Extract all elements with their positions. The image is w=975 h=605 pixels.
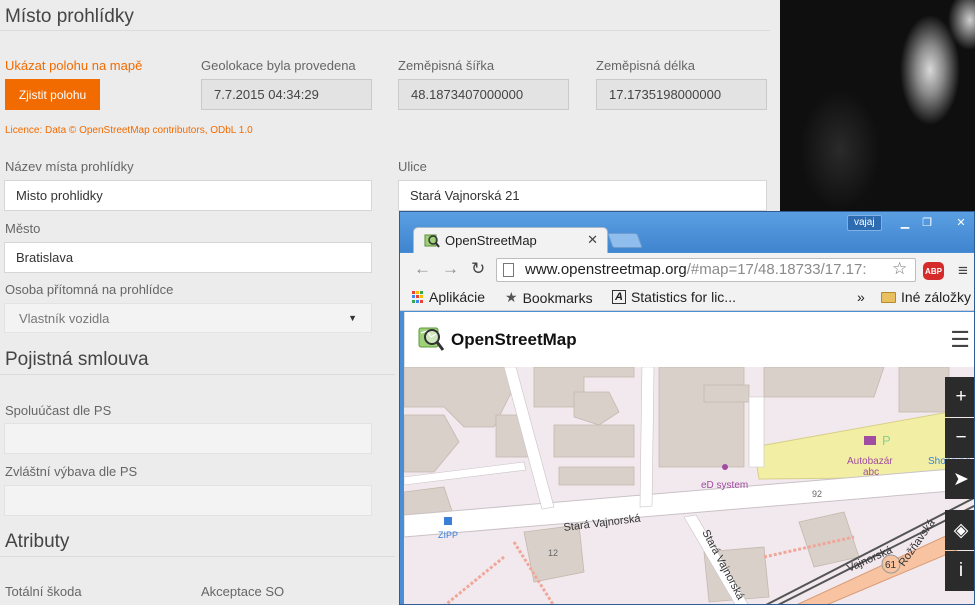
minimize-icon[interactable]: ▁	[894, 214, 916, 230]
divider	[0, 556, 395, 557]
forward-icon[interactable]: →	[442, 259, 459, 279]
person-select-value: Vlastník vozidla	[19, 310, 110, 326]
special-equipment-label: Zvláštní výbava dle PS	[5, 464, 138, 479]
layers-icon[interactable]: ◈	[945, 510, 974, 550]
browser-menu-icon[interactable]: ≡	[958, 261, 968, 281]
reload-icon[interactable]: ↻	[471, 259, 485, 279]
hamburger-menu-icon[interactable]: ☰	[950, 327, 970, 353]
zoom-in-icon[interactable]: +	[945, 377, 974, 417]
tab-openstreetmap[interactable]: OpenStreetMap ✕	[413, 227, 608, 254]
city-label: Město	[5, 221, 41, 236]
osm-brand[interactable]: OpenStreetMap	[451, 330, 577, 350]
other-bookmarks[interactable]: Iné záložky	[881, 289, 971, 305]
bookmark-label: Statistics for lic...	[630, 289, 736, 305]
osm-favicon-icon	[424, 234, 440, 248]
place-name-input[interactable]: Misto prohlidky	[4, 180, 372, 211]
map-label-parking: P	[882, 433, 891, 448]
license-text: Licence: Data © OpenStreetMap contributo…	[5, 125, 253, 136]
map-label-housenumber: 12	[548, 548, 558, 558]
new-tab-button[interactable]	[607, 233, 643, 248]
person-select[interactable]: Vlastník vozidla ▼	[4, 303, 372, 333]
tab-title: OpenStreetMap	[445, 233, 537, 248]
place-name-label: Název místa prohlídky	[5, 159, 134, 174]
folder-icon	[881, 291, 896, 303]
map-label-poi: eD system	[701, 480, 748, 491]
maximize-icon[interactable]: ❐	[916, 214, 938, 230]
map-canvas[interactable]: Stará Vajnorská Stará Vajnorská Vajnorsk…	[404, 367, 975, 605]
osm-map[interactable]: Stará Vajnorská Stará Vajnorská Vajnorsk…	[404, 367, 975, 605]
url-path: /#map=17/48.18733/17.17:	[686, 261, 867, 278]
url-host: www.openstreetmap.org	[525, 261, 687, 278]
special-equipment-input[interactable]	[4, 485, 372, 516]
bookmark-bookmarks[interactable]: ★ Bookmarks	[505, 289, 593, 306]
map-label-bus: ZIPP	[438, 530, 458, 540]
tab-close-icon[interactable]: ✕	[587, 232, 598, 248]
section-title-attributes: Atributy	[5, 531, 70, 552]
city-input[interactable]: Bratislava	[4, 242, 372, 273]
locate-button[interactable]: Zjistit polohu	[5, 79, 100, 110]
street-input[interactable]: Stará Vajnorská 21	[398, 180, 767, 211]
bookmarks-overflow[interactable]: »	[857, 289, 865, 305]
person-label: Osoba přítomná na prohlídce	[5, 282, 174, 297]
show-on-map-link[interactable]: Ukázat polohu na mapě	[5, 58, 142, 73]
browser-toolbar: ← → ↻ www.openstreetmap.org/#map=17/48.1…	[400, 253, 974, 287]
close-icon[interactable]: ✕	[950, 214, 972, 230]
divider	[0, 30, 770, 31]
divider	[0, 374, 395, 375]
latitude-field: 48.1873407000000	[398, 79, 569, 110]
back-icon[interactable]: ←	[414, 259, 431, 279]
longitude-label: Zeměpisná délka	[596, 58, 695, 73]
section-title-policy: Pojistná smlouva	[5, 349, 149, 370]
longitude-field: 17.1735198000000	[596, 79, 767, 110]
osm-header: OpenStreetMap ☰	[404, 312, 974, 367]
geolocation-field: 7.7.2015 04:34:29	[201, 79, 372, 110]
star-filled-icon: ★	[505, 289, 518, 305]
latitude-label: Zeměpisná šířka	[398, 58, 495, 73]
browser-window[interactable]: vajaj ▁ ❐ ✕ OpenStreetMap ✕ ← → ↻ www.op…	[399, 211, 975, 605]
star-icon[interactable]: ☆	[892, 259, 907, 279]
other-bookmarks-label: Iné záložky	[901, 289, 972, 305]
profile-badge[interactable]: vajaj	[847, 215, 882, 231]
bookmarks-bar: Aplikácie ★ Bookmarks A Statistics for l…	[400, 287, 974, 311]
bookmark-label: Aplikácie	[429, 289, 486, 305]
page-icon	[503, 263, 514, 277]
total-loss-label: Totální škoda	[5, 584, 82, 599]
apps-icon	[412, 291, 424, 303]
acceptance-label: Akceptace SO	[201, 584, 285, 599]
bookmark-label: Bookmarks	[522, 289, 593, 306]
adblock-icon[interactable]: ABP	[923, 262, 944, 280]
address-bar[interactable]: www.openstreetmap.org/#map=17/48.18733/1…	[496, 258, 916, 282]
osm-logo-icon	[418, 327, 445, 351]
coinsurance-label: Spoluúčast dle PS	[5, 403, 112, 418]
bookmark-statistics[interactable]: A Statistics for lic...	[612, 289, 736, 305]
coinsurance-input[interactable]	[4, 423, 372, 454]
map-label-housenumber: 92	[812, 489, 822, 499]
section-title-visit: Místo prohlídky	[5, 6, 134, 27]
info-icon[interactable]: i	[945, 551, 974, 591]
zoom-out-icon[interactable]: −	[945, 418, 974, 458]
background-photo	[780, 0, 975, 212]
geolocation-label: Geolokace byla provedena	[201, 58, 356, 73]
bookmark-apps[interactable]: Aplikácie	[412, 289, 485, 305]
map-label-route: 61	[885, 560, 897, 571]
caret-down-icon: ▼	[348, 313, 357, 323]
statistics-favicon-icon: A	[612, 290, 626, 304]
map-label-poi: abc	[863, 467, 879, 478]
locate-arrow-icon[interactable]: ➤	[945, 459, 974, 499]
map-label-poi: Autobazár	[847, 456, 893, 467]
street-label: Ulice	[398, 159, 427, 174]
